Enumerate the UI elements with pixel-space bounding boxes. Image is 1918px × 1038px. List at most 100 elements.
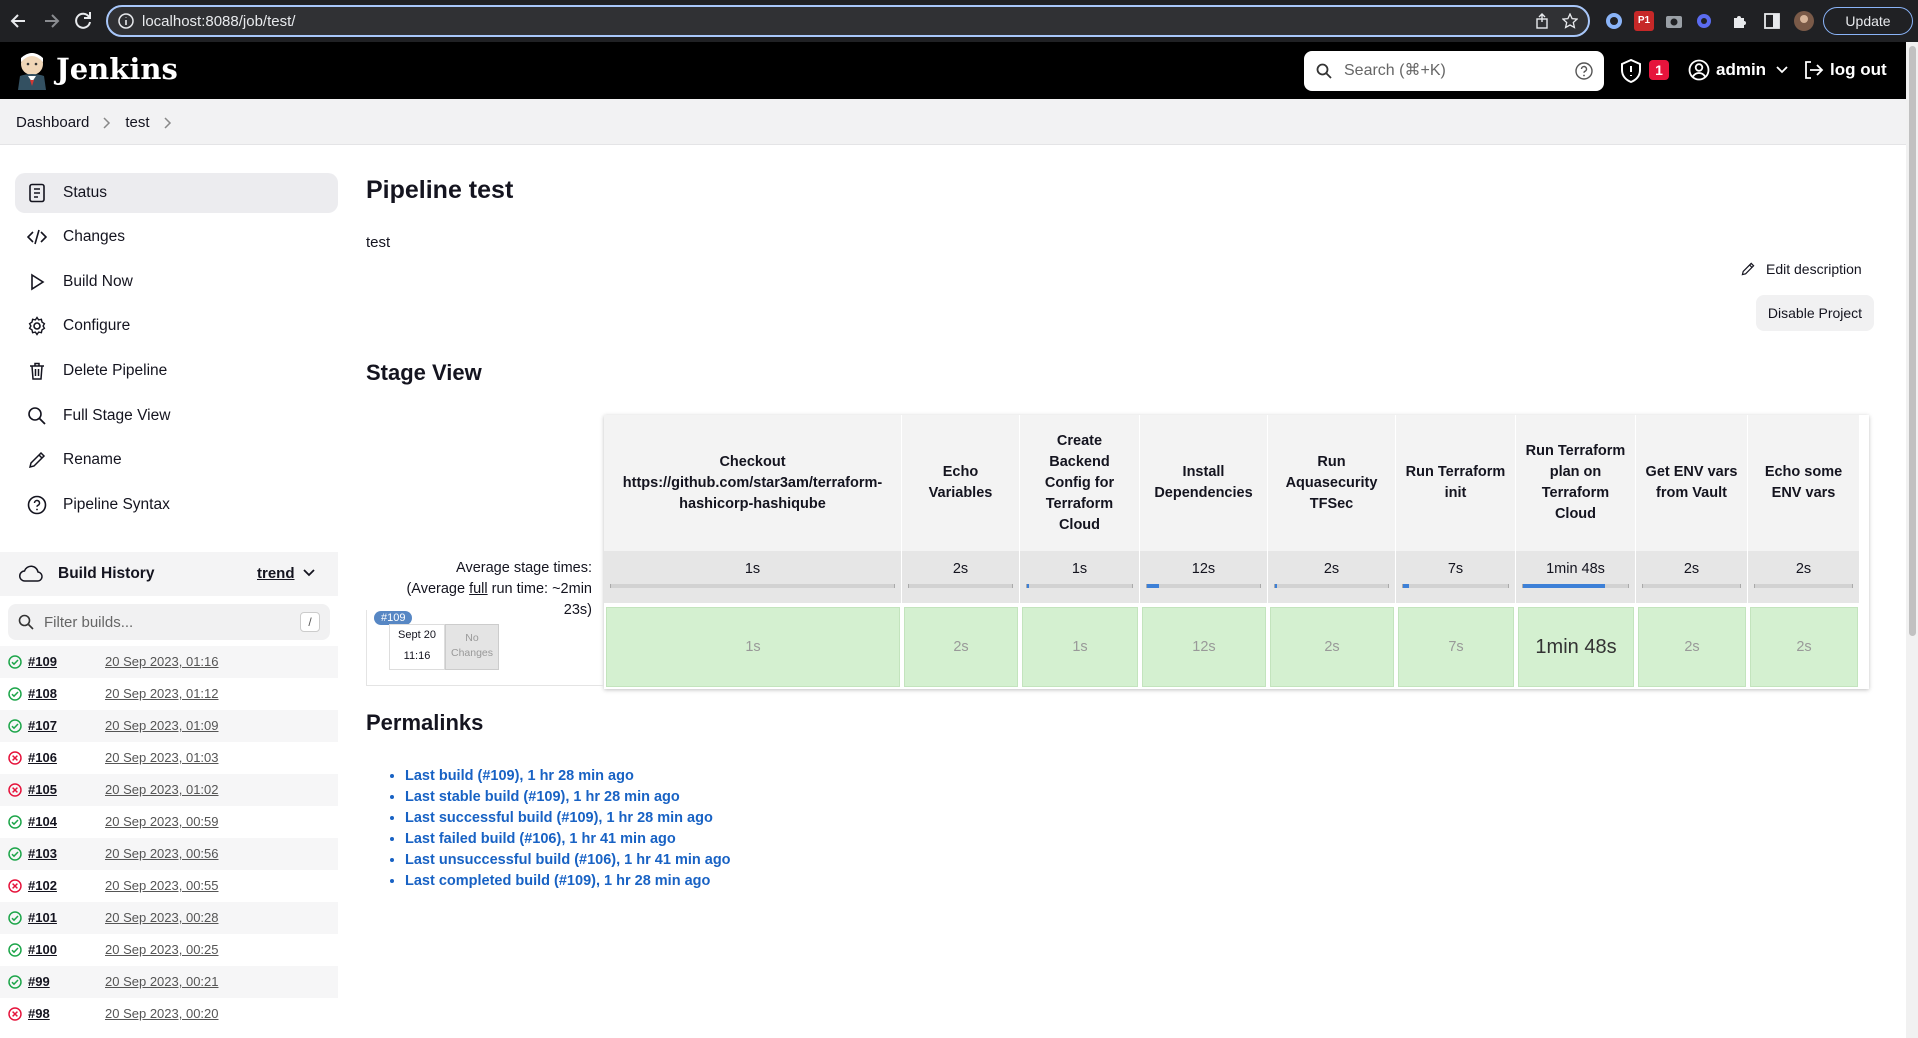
build-row[interactable]: #105 20 Sep 2023, 01:02 <box>0 774 338 806</box>
share-icon[interactable] <box>1534 13 1550 29</box>
scrollbar-thumb[interactable] <box>1909 46 1916 636</box>
stage-duration-fill <box>1275 584 1278 588</box>
build-row[interactable]: #102 20 Sep 2023, 00:55 <box>0 870 338 902</box>
sidebar-item-status[interactable]: Status <box>15 173 338 213</box>
stage-cell-success[interactable]: 2s <box>1750 607 1858 687</box>
build-number-link[interactable]: #100 <box>28 942 57 957</box>
disable-project-button[interactable]: Disable Project <box>1756 295 1874 331</box>
edit-description-link[interactable]: Edit description <box>1740 261 1862 277</box>
build-row[interactable]: #98 20 Sep 2023, 00:20 <box>0 998 338 1030</box>
sidebar-item-delete-pipeline[interactable]: Delete Pipeline <box>15 351 338 391</box>
chevron-right-icon[interactable] <box>164 116 172 129</box>
build-date-link[interactable]: 20 Sep 2023, 01:02 <box>105 782 219 797</box>
build-row[interactable]: #107 20 Sep 2023, 01:09 <box>0 710 338 742</box>
build-number-link[interactable]: #104 <box>28 814 57 829</box>
security-count-badge[interactable]: 1 <box>1649 60 1669 80</box>
logout-link[interactable]: log out <box>1802 56 1887 84</box>
search-input[interactable] <box>1344 59 1564 83</box>
security-shield-icon[interactable] <box>1620 59 1642 83</box>
build-row[interactable]: #109 20 Sep 2023, 01:16 <box>0 646 338 678</box>
trend-link[interactable]: trend <box>257 565 295 582</box>
build-row[interactable]: #106 20 Sep 2023, 01:03 <box>0 742 338 774</box>
stage-cell-success[interactable]: 2s <box>1638 607 1746 687</box>
breadcrumb-test[interactable]: test <box>125 114 149 131</box>
build-number-link[interactable]: #101 <box>28 910 57 925</box>
sidebar-item-label: Pipeline Syntax <box>63 496 170 513</box>
extension-p1-icon[interactable]: P1 <box>1634 11 1654 31</box>
puzzle-icon[interactable] <box>1730 11 1750 31</box>
bookmark-star-icon[interactable] <box>1562 13 1578 29</box>
stage-cell-success[interactable]: 12s <box>1142 607 1266 687</box>
build-row[interactable]: #108 20 Sep 2023, 01:12 <box>0 678 338 710</box>
stage-cell-success[interactable]: 2s <box>904 607 1018 687</box>
help-icon[interactable] <box>1574 61 1594 81</box>
stage-cell-success[interactable]: 1s <box>606 607 900 687</box>
build-row[interactable]: #104 20 Sep 2023, 00:59 <box>0 806 338 838</box>
build-number-link[interactable]: #106 <box>28 750 57 765</box>
sidebar-item-rename[interactable]: Rename <box>15 440 338 480</box>
camera-extension-icon[interactable] <box>1664 11 1684 31</box>
site-info-icon[interactable] <box>118 13 134 29</box>
permalink-link[interactable]: Last build (#109), 1 hr 28 min ago <box>405 768 634 784</box>
reload-icon[interactable] <box>72 9 94 33</box>
build-row[interactable]: #103 20 Sep 2023, 00:56 <box>0 838 338 870</box>
extension-1-icon[interactable] <box>1604 11 1624 31</box>
side-panel-icon[interactable] <box>1762 11 1782 31</box>
sidebar-item-full-stage-view[interactable]: Full Stage View <box>15 396 338 436</box>
forward-icon[interactable] <box>40 9 62 33</box>
jenkins-logo-icon[interactable] <box>14 50 50 90</box>
build-row[interactable]: #101 20 Sep 2023, 00:28 <box>0 902 338 934</box>
build-row[interactable]: #100 20 Sep 2023, 00:25 <box>0 934 338 966</box>
build-date-link[interactable]: 20 Sep 2023, 00:25 <box>105 942 219 957</box>
jenkins-brand[interactable]: Jenkins <box>56 52 178 86</box>
permalink-link[interactable]: Last failed build (#106), 1 hr 41 min ag… <box>405 831 676 847</box>
update-button[interactable]: Update <box>1823 7 1913 35</box>
search-box[interactable] <box>1304 51 1604 91</box>
permalink-link[interactable]: Last unsuccessful build (#106), 1 hr 41 … <box>405 852 731 868</box>
stage-cell-success[interactable]: 2s <box>1270 607 1394 687</box>
run-badge[interactable]: #109 <box>374 611 413 625</box>
build-date-link[interactable]: 20 Sep 2023, 01:09 <box>105 718 219 733</box>
search-icon <box>18 614 34 630</box>
back-icon[interactable] <box>8 9 30 33</box>
build-number-link[interactable]: #99 <box>28 974 50 989</box>
stage-cell-success[interactable]: 7s <box>1398 607 1514 687</box>
address-bar[interactable]: localhost:8088/job/test/ <box>106 5 1590 37</box>
stage-cell-success[interactable]: 1min 48s <box>1518 607 1634 687</box>
user-menu[interactable]: admin <box>1688 56 1788 84</box>
page-scrollbar[interactable] <box>1906 42 1918 1038</box>
build-date-link[interactable]: 20 Sep 2023, 00:21 <box>105 974 219 989</box>
permalink-link[interactable]: Last stable build (#109), 1 hr 28 min ag… <box>405 789 680 805</box>
build-date-link[interactable]: 20 Sep 2023, 00:55 <box>105 878 219 893</box>
profile-avatar[interactable] <box>1794 11 1814 31</box>
permalink-link[interactable]: Last successful build (#109), 1 hr 28 mi… <box>405 810 713 826</box>
build-number-link[interactable]: #107 <box>28 718 57 733</box>
sidebar-item-pipeline-syntax[interactable]: Pipeline Syntax <box>15 485 338 525</box>
stage-cell-success[interactable]: 1s <box>1022 607 1138 687</box>
build-date-link[interactable]: 20 Sep 2023, 00:56 <box>105 846 219 861</box>
filter-builds-box[interactable]: / <box>8 604 330 640</box>
build-date-link[interactable]: 20 Sep 2023, 01:12 <box>105 686 219 701</box>
filter-builds-input[interactable] <box>44 610 284 634</box>
build-date-link[interactable]: 20 Sep 2023, 00:59 <box>105 814 219 829</box>
build-number-link[interactable]: #98 <box>28 1006 50 1021</box>
build-date-link[interactable]: 20 Sep 2023, 01:16 <box>105 654 219 669</box>
build-number-link[interactable]: #103 <box>28 846 57 861</box>
chevron-down-icon[interactable] <box>303 569 315 577</box>
sidebar-item-changes[interactable]: Changes <box>15 217 338 257</box>
build-number-link[interactable]: #102 <box>28 878 57 893</box>
build-date-link[interactable]: 20 Sep 2023, 00:28 <box>105 910 219 925</box>
build-number-link[interactable]: #105 <box>28 782 57 797</box>
build-date-link[interactable]: 20 Sep 2023, 00:20 <box>105 1006 219 1021</box>
build-number-link[interactable]: #109 <box>28 654 57 669</box>
sidebar-item-build-now[interactable]: Build Now <box>15 262 338 302</box>
sidebar-item-configure[interactable]: Configure <box>15 306 338 346</box>
permalink-link[interactable]: Last completed build (#109), 1 hr 28 min… <box>405 873 710 889</box>
breadcrumb: Dashboard test <box>0 99 1906 145</box>
gear-extension-icon[interactable] <box>1694 11 1714 31</box>
build-number-link[interactable]: #108 <box>28 686 57 701</box>
build-row[interactable]: #99 20 Sep 2023, 00:21 <box>0 966 338 998</box>
breadcrumb-dashboard[interactable]: Dashboard <box>16 114 89 131</box>
build-date-link[interactable]: 20 Sep 2023, 01:03 <box>105 750 219 765</box>
full-run-link[interactable]: full <box>469 581 488 597</box>
